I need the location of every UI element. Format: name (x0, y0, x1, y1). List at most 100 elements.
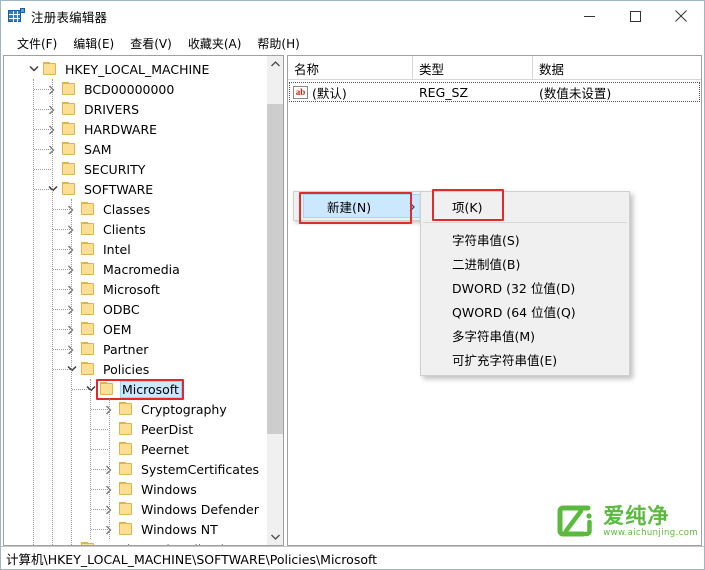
submenu-item-qword-value[interactable]: QWORD (64 位值(Q) (421, 299, 629, 323)
value-data-cell: (数值未设置) (539, 85, 612, 101)
tree-item-label: Classes (103, 201, 151, 217)
tree-item-label: Clients (103, 221, 146, 237)
folder-icon (118, 522, 134, 536)
tree-item-policies[interactable]: Policies (4, 359, 266, 379)
tree-elbow-line (91, 409, 108, 411)
submenu-item-dword-value[interactable]: DWORD (32 位值(D) (421, 275, 629, 299)
context-menu[interactable]: 新建(N) (293, 191, 424, 224)
tree-elbow-line (72, 389, 89, 391)
tree-guide-line (109, 399, 111, 539)
main-content: HKEY_LOCAL_MACHINE BCD00000000 DRIVERS HARD… (1, 55, 704, 546)
minimize-button[interactable] (566, 1, 612, 31)
tree-item-label: Windows NT (141, 521, 218, 537)
submenu-item-expandable-string-value[interactable]: 可扩充字符串值(E) (421, 347, 629, 371)
tree-elbow-line (91, 509, 108, 511)
tree-item-intel[interactable]: Intel (4, 239, 266, 259)
tree-elbow-line (91, 529, 108, 531)
menu-file[interactable]: 文件(F) (9, 33, 65, 54)
folder-icon (80, 542, 96, 545)
chevron-down-icon[interactable] (26, 59, 42, 79)
folder-icon (61, 182, 77, 196)
tree-item-classes[interactable]: Classes (4, 199, 266, 219)
tree-elbow-line (53, 229, 70, 231)
chevron-right-icon (409, 201, 415, 215)
window-controls (566, 1, 704, 31)
tree-item-hkey-local-machine[interactable]: HKEY_LOCAL_MACHINE (4, 59, 266, 79)
context-menu-item-new[interactable]: 新建(N) (303, 194, 422, 218)
tree-item-windows[interactable]: Windows (4, 479, 266, 499)
tree-item-label: Macromedia (103, 261, 180, 277)
close-button[interactable] (658, 1, 704, 31)
registry-editor-icon (8, 8, 25, 24)
tree-elbow-line (53, 329, 70, 331)
submenu-item-multi-string-value[interactable]: 多字符串值(M) (421, 323, 629, 347)
folder-icon (42, 62, 58, 76)
tree-guide-line (52, 79, 54, 545)
tree-item-clients[interactable]: Clients (4, 219, 266, 239)
registry-tree[interactable]: HKEY_LOCAL_MACHINE BCD00000000 DRIVERS HARD… (4, 59, 266, 545)
tree-item-label: HARDWARE (84, 121, 158, 137)
registry-editor-window: 注册表编辑器 文件(F) 编辑(E) 查看(V) 收藏夹(A) 帮助(H) HK… (0, 0, 705, 570)
column-header-data[interactable]: 数据 (533, 56, 701, 79)
tree-item-odbc[interactable]: ODBC (4, 299, 266, 319)
tree-elbow-line (53, 209, 70, 211)
tree-elbow-line (53, 289, 70, 291)
tree-elbow-line (91, 469, 108, 471)
folder-icon (118, 422, 134, 436)
tree-item-systemcertificates[interactable]: SystemCertificates (4, 459, 266, 479)
tree-item-label: Peernet (141, 441, 189, 457)
tree-elbow-line (34, 149, 51, 151)
folder-icon (61, 122, 77, 136)
tree-item-label: SAM (84, 141, 112, 157)
tree-item-registeredapplications[interactable]: RegisteredApplications (4, 539, 266, 545)
tree-elbow-line (53, 249, 70, 251)
tree-item-label: HKEY_LOCAL_MACHINE (65, 61, 210, 77)
tree-item-cryptography[interactable]: Cryptography (4, 399, 266, 419)
submenu-separator (423, 222, 627, 223)
tree-item-label: SystemCertificates (141, 461, 260, 477)
tree-item-peerdist[interactable]: PeerDist (4, 419, 266, 439)
tree-item-label: Policies (103, 361, 150, 377)
tree-item-label: Partner (103, 341, 149, 357)
tree-item-oem[interactable]: OEM (4, 319, 266, 339)
folder-icon (80, 302, 96, 316)
tree-item-macromedia[interactable]: Macromedia (4, 259, 266, 279)
tree-item-windows-defender[interactable]: Windows Defender (4, 499, 266, 519)
column-header-type[interactable]: 类型 (413, 56, 533, 79)
maximize-button[interactable] (612, 1, 658, 31)
registry-tree-pane: HKEY_LOCAL_MACHINE BCD00000000 DRIVERS HARD… (3, 55, 284, 546)
tree-item-partner[interactable]: Partner (4, 339, 266, 359)
value-name-text: (默认) (312, 85, 347, 101)
menu-favorites[interactable]: 收藏夹(A) (180, 33, 250, 54)
tree-elbow-line (53, 369, 70, 371)
folder-icon (118, 462, 134, 476)
context-menu-item-new-label: 新建(N) (327, 199, 372, 215)
table-row[interactable]: ab (默认) REG_SZ (数值未设置) (289, 82, 700, 102)
tree-scrollbar[interactable] (266, 56, 283, 545)
context-submenu[interactable]: 项(K) 字符串值(S) 二进制值(B) DWORD (32 位值(D) QWO… (420, 189, 630, 376)
submenu-item-key[interactable]: 项(K) (421, 194, 629, 218)
scroll-down-arrow[interactable] (267, 529, 283, 545)
tree-elbow-line (91, 429, 108, 431)
menu-view[interactable]: 查看(V) (122, 33, 180, 54)
folder-icon (80, 242, 96, 256)
tree-item-windows-nt[interactable]: Windows NT (4, 519, 266, 539)
tree-item-peernet[interactable]: Peernet (4, 439, 266, 459)
menu-edit[interactable]: 编辑(E) (65, 33, 122, 54)
scroll-up-arrow[interactable] (267, 56, 283, 72)
submenu-item-string-value[interactable]: 字符串值(S) (421, 227, 629, 251)
tree-item-microsoft[interactable]: Microsoft (4, 379, 266, 399)
tree-elbow-line (53, 269, 70, 271)
submenu-item-binary-value[interactable]: 二进制值(B) (421, 251, 629, 275)
tree-item-label: Microsoft (103, 281, 160, 297)
tree-elbow-line (34, 109, 51, 111)
folder-icon (61, 142, 77, 156)
tree-elbow-line (34, 169, 51, 171)
tree-item-microsoft[interactable]: Microsoft (4, 279, 266, 299)
menu-help[interactable]: 帮助(H) (249, 33, 307, 54)
folder-icon (61, 102, 77, 116)
status-bar: 计算机\HKEY_LOCAL_MACHINE\SOFTWARE\Policies… (1, 546, 704, 569)
tree-scrollbar-thumb[interactable] (267, 104, 283, 434)
tree-item-label: ODBC (103, 301, 140, 317)
column-header-name[interactable]: 名称 (288, 56, 413, 79)
